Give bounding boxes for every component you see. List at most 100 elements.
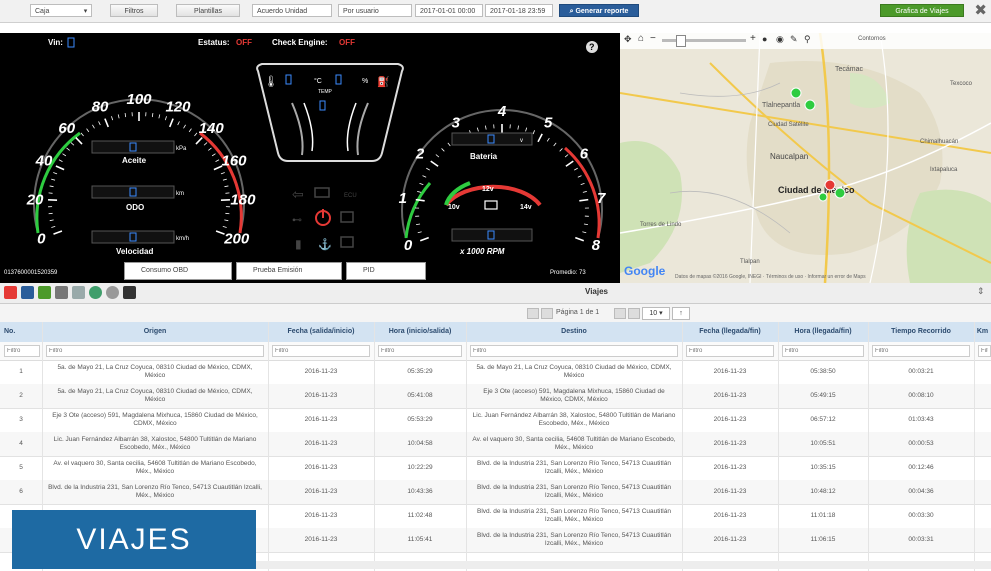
rpm-tick-tick: [578, 176, 582, 178]
filter-input-fecha-fin[interactable]: [686, 345, 774, 357]
speed-tick-tick: [51, 226, 55, 227]
rpm-tick-label: 0: [404, 237, 413, 254]
trips-chart-button[interactable]: Grafica de Viajes: [880, 4, 964, 17]
horizontal-scrollbar[interactable]: [256, 561, 991, 569]
map-label-tlalpan: Tlalpan: [740, 259, 760, 265]
report-type-value: Por usuario: [343, 8, 379, 15]
map-marker-green-4[interactable]: [819, 193, 827, 201]
col-header-tiempo[interactable]: Tiempo Recorrido: [868, 322, 974, 342]
rows-per-page-select[interactable]: 10 ▾: [642, 307, 670, 320]
word-export-icon[interactable]: [21, 286, 34, 299]
table-row[interactable]: 6Blvd. de la Industria 231, San Lorenzo …: [0, 480, 991, 505]
rpm-tick-tick: [575, 238, 583, 241]
column-toggle-button[interactable]: ↑: [672, 307, 690, 320]
map-marker-green-1[interactable]: [791, 88, 801, 98]
settings-icon[interactable]: [106, 286, 119, 299]
map-label-tlalnepantla: Tlalnepantla: [762, 102, 800, 109]
odometer-label: ODO: [126, 203, 144, 212]
first-page-icon[interactable]: [527, 308, 539, 319]
tab-prueba-emision[interactable]: Prueba Emisión: [236, 262, 342, 280]
col-header-hora-ini[interactable]: Hora (inicio/salida): [374, 322, 466, 342]
speed-tick-label: 80: [92, 99, 109, 116]
home-icon[interactable]: ⌂: [638, 33, 644, 44]
chevron-down-icon[interactable]: ▾: [80, 4, 92, 17]
filter-input-tiempo[interactable]: [872, 345, 970, 357]
next-page-icon[interactable]: [614, 308, 626, 319]
filter-input-hora-fin[interactable]: [782, 345, 864, 357]
filter-row: [0, 342, 991, 361]
filter-input-no[interactable]: [4, 345, 40, 357]
globe-icon[interactable]: ◉: [776, 34, 784, 45]
map-marker-green-3[interactable]: [835, 188, 845, 198]
excel-export-icon[interactable]: [38, 286, 51, 299]
filter-input-fecha-ini[interactable]: [272, 345, 370, 357]
prev-page-icon[interactable]: [541, 308, 553, 319]
speed-tick-tick: [223, 179, 227, 180]
close-icon[interactable]: ✖: [974, 3, 987, 19]
layers-icon[interactable]: ●: [762, 34, 767, 44]
pager-bar: Página 1 de 1 10 ▾ ↑: [0, 304, 991, 322]
rpm-tick-tick: [560, 148, 563, 151]
help-icon[interactable]: ?: [586, 41, 598, 53]
table-view-icon[interactable]: [72, 286, 85, 299]
refresh-icon[interactable]: [123, 286, 136, 299]
cell-fecha-fin: 2016-11-23: [688, 408, 772, 432]
date-to-input[interactable]: 2017-01-18 23:59: [485, 4, 553, 17]
table-row[interactable]: 3Eje 3 Ote (acceso) 591, Magdalena Mixhu…: [0, 408, 991, 433]
col-header-origen[interactable]: Origen: [42, 322, 268, 342]
col-header-fecha-fin[interactable]: Fecha (llegada/fin): [682, 322, 778, 342]
expand-icon[interactable]: ⇕: [977, 286, 985, 297]
filter-input-hora-ini[interactable]: [378, 345, 462, 357]
cell-destino: Blvd. de la Industria 231, San Lorenzo R…: [472, 456, 676, 480]
table-row[interactable]: 15a. de Mayo 21, La Cruz Coyuca, 08310 C…: [0, 360, 991, 385]
col-header-hora-fin[interactable]: Hora (llegada/fin): [778, 322, 868, 342]
zoom-slider[interactable]: [662, 39, 746, 42]
table-row[interactable]: 25a. de Mayo 21, La Cruz Coyuca, 08310 C…: [0, 384, 991, 409]
zoom-out-icon[interactable]: −: [650, 33, 656, 44]
speed-tick-label: 60: [58, 120, 75, 137]
map-marker-red[interactable]: [825, 180, 835, 190]
tab-pid[interactable]: PID: [346, 262, 426, 280]
rpm-tick-tick: [420, 238, 428, 241]
map-label-naucalpan: Naucalpan: [770, 152, 808, 161]
pdf-export-icon[interactable]: [4, 286, 17, 299]
table-row[interactable]: 5Av. el vaquero 30, Santa cecilia, 54608…: [0, 456, 991, 481]
marker-tool-icon[interactable]: ⚲: [804, 34, 811, 45]
col-header-km[interactable]: Km: [974, 322, 991, 342]
last-page-icon[interactable]: [628, 308, 640, 319]
cell-fecha-fin: 2016-11-23: [688, 384, 772, 408]
filter-input-destino[interactable]: [470, 345, 678, 357]
cell-tiempo: 00:03:31: [874, 528, 968, 552]
filters-button[interactable]: Filtros: [110, 4, 158, 17]
map-panel[interactable]: Tecámac Tlalnepantla Texcoco Ciudad Saté…: [620, 33, 991, 283]
volt-10-label: 10v: [448, 204, 460, 211]
tab-consumo-obd[interactable]: Consumo OBD: [124, 262, 232, 280]
filter-input-origen[interactable]: [46, 345, 264, 357]
table-row[interactable]: 4Lic. Juan Fernández Albarrán 38, Xalost…: [0, 432, 991, 457]
col-header-no[interactable]: No.: [0, 322, 46, 342]
rpm-tick-tick: [538, 134, 542, 142]
table-header: No. Origen Fecha (salida/inicio) Hora (i…: [0, 322, 991, 343]
ruler-icon[interactable]: ✎: [790, 34, 798, 45]
speed-tick-tick: [63, 154, 66, 156]
viajes-title: Viajes: [585, 287, 608, 296]
map-label-ecatepec: Tecámac: [835, 66, 864, 73]
rpm-tick-tick: [431, 161, 438, 166]
map-marker-green-2[interactable]: [805, 100, 815, 110]
zoom-slider-handle[interactable]: [676, 35, 686, 47]
pan-icon[interactable]: ✥: [624, 34, 632, 45]
print-icon[interactable]: [55, 286, 68, 299]
rpm-tick-tick: [547, 138, 549, 141]
generate-report-button[interactable]: ⌕ Generar reporte: [559, 4, 639, 17]
rpm-tick-tick: [419, 183, 423, 184]
templates-button[interactable]: Plantillas: [176, 4, 240, 17]
date-from-input[interactable]: 2017-01-01 00:00: [415, 4, 483, 17]
vehicle-select[interactable]: Acuerdo Unidad: [252, 4, 332, 17]
zoom-in-icon[interactable]: +: [750, 33, 756, 44]
oil-can-lamp-icon: ⊷: [292, 215, 302, 226]
filter-input-km[interactable]: [978, 345, 991, 357]
col-header-fecha-ini[interactable]: Fecha (salida/inicio): [268, 322, 374, 342]
col-header-destino[interactable]: Destino: [466, 322, 682, 342]
report-type-select[interactable]: Por usuario: [338, 4, 412, 17]
globe-view-icon[interactable]: [89, 286, 102, 299]
